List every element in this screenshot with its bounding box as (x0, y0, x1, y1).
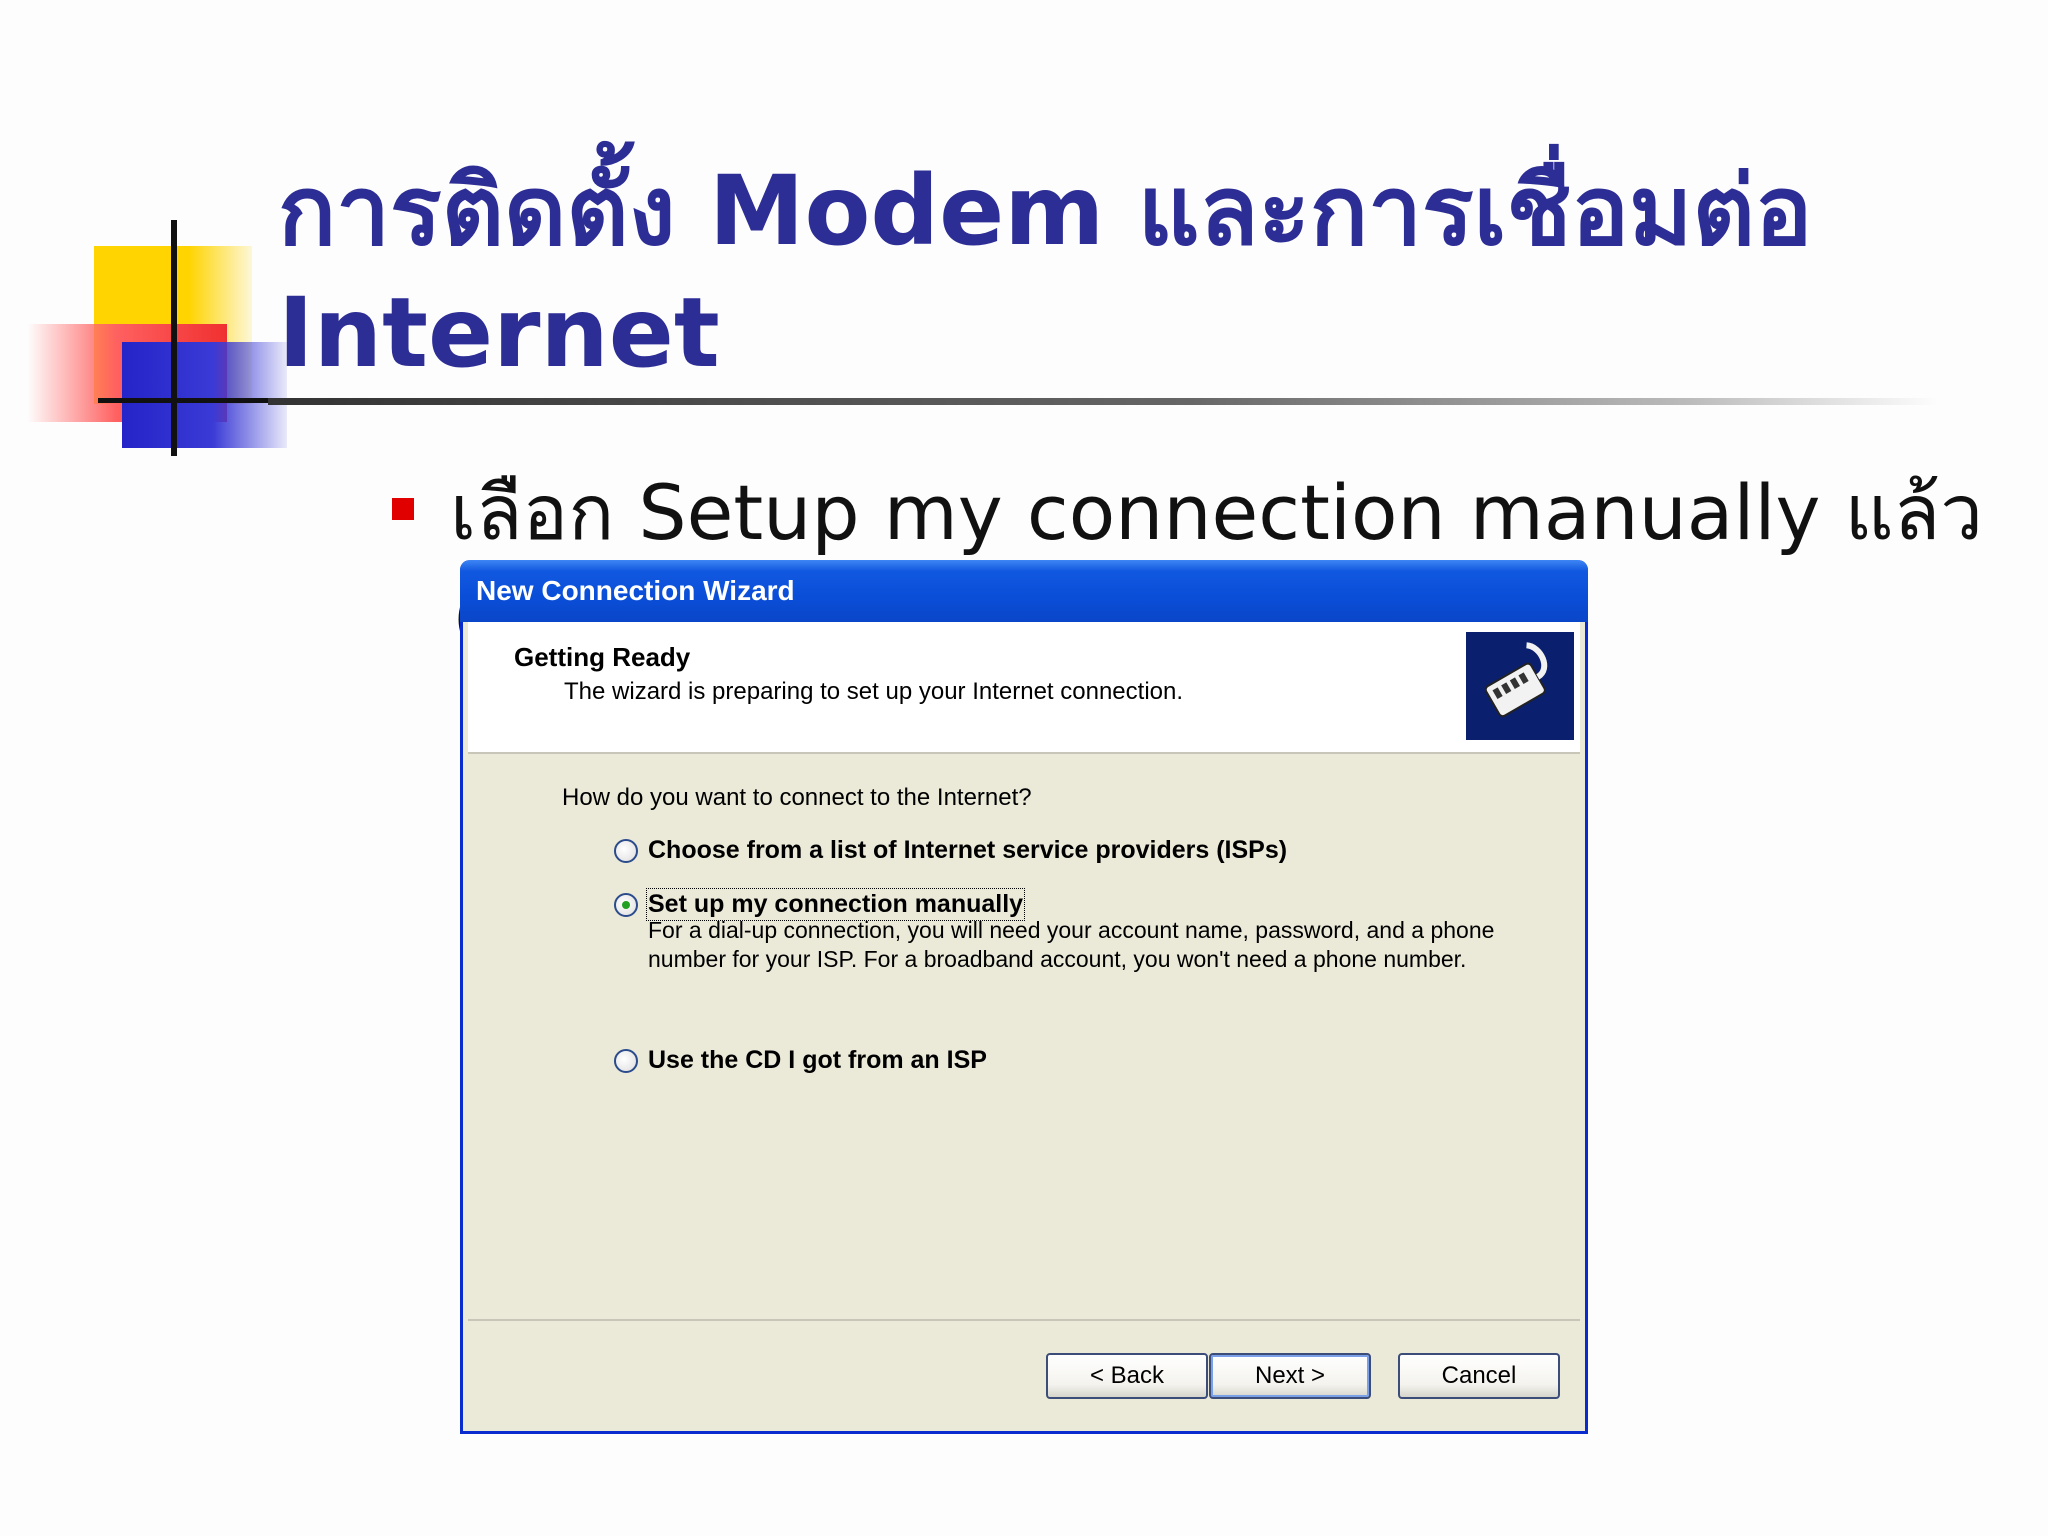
radio-button[interactable] (614, 1048, 638, 1073)
title-underline (268, 398, 1938, 405)
decor-vertical-line (171, 220, 177, 456)
header-title: Getting Ready (514, 642, 691, 672)
connect-question: How do you want to connect to the Intern… (562, 784, 1032, 811)
option-label[interactable]: Set up my connection manually (645, 888, 1026, 921)
manual-option-description: For a dial-up connection, you will need … (648, 917, 1495, 972)
header-subtitle: The wizard is preparing to set up your I… (564, 678, 1184, 705)
option-label[interactable]: Use the CD I got from an ISP (648, 1046, 987, 1075)
decor-horizontal-line (98, 398, 278, 403)
option-use-cd[interactable]: Use the CD I got from an ISP (614, 1046, 987, 1075)
option-choose-isp[interactable]: Choose from a list of Internet service p… (614, 836, 1287, 865)
back-button[interactable]: < Back (1046, 1353, 1208, 1399)
next-button[interactable]: Next > (1209, 1353, 1371, 1399)
wizard-footer: < Back Next > Cancel (468, 1319, 1580, 1431)
wizard-content: How do you want to connect to the Intern… (468, 754, 1580, 1319)
cancel-button[interactable]: Cancel (1398, 1353, 1560, 1399)
new-connection-wizard-dialog: New Connection Wizard Getting Ready The … (460, 560, 1588, 1434)
option-label[interactable]: Choose from a list of Internet service p… (648, 836, 1287, 865)
network-plug-icon (1466, 632, 1574, 740)
radio-button-selected[interactable] (614, 892, 638, 917)
wizard-header: Getting Ready The wizard is preparing to… (468, 622, 1580, 754)
bullet-text: เลือก Setup my connection manually แล้ว (450, 468, 1983, 557)
slide-title: การติดตั้ง Modem และการเชื่อมต่อ Interne… (278, 155, 1813, 389)
dialog-titlebar[interactable]: New Connection Wizard (460, 560, 1588, 622)
decor-blue-square (122, 342, 287, 448)
bullet-square-icon (392, 498, 414, 520)
option-setup-manually[interactable]: Set up my connection manually (614, 888, 1026, 921)
radio-button[interactable] (614, 838, 638, 863)
